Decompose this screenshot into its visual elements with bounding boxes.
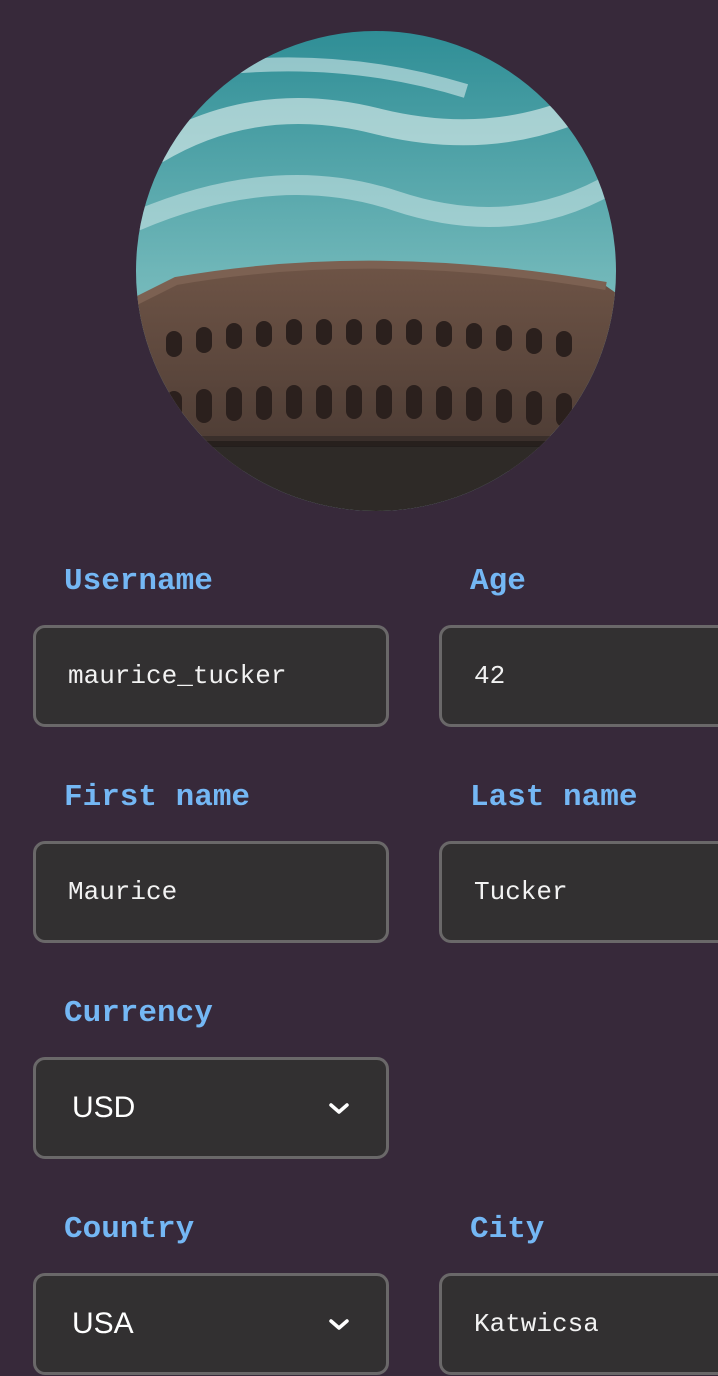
last-name-field[interactable]: Tucker — [439, 841, 718, 943]
username-field[interactable]: maurice_tucker — [33, 625, 389, 727]
first-name-field[interactable]: Maurice — [33, 841, 389, 943]
city-label: City — [470, 1212, 545, 1247]
currency-select[interactable]: USD — [33, 1057, 389, 1159]
username-label: Username — [64, 564, 213, 599]
username-input[interactable]: maurice_tucker — [68, 628, 376, 724]
city-field[interactable]: Katwicsa — [439, 1273, 718, 1375]
last-name-input[interactable]: Tucker — [474, 844, 708, 940]
colosseum-photo-icon — [136, 31, 616, 511]
country-label: Country — [64, 1212, 195, 1247]
last-name-label: Last name — [470, 780, 638, 815]
country-selected-value: USA — [72, 1307, 134, 1340]
first-name-input[interactable]: Maurice — [68, 844, 376, 940]
chevron-down-icon — [329, 1319, 349, 1330]
currency-selected-value: USD — [72, 1091, 136, 1124]
age-input[interactable]: 42 — [474, 628, 708, 724]
first-name-label: First name — [64, 780, 251, 815]
chevron-down-icon — [329, 1103, 349, 1114]
country-select[interactable]: USA — [33, 1273, 389, 1375]
currency-label: Currency — [64, 996, 213, 1031]
age-label: Age — [470, 564, 526, 599]
age-field[interactable]: 42 — [439, 625, 718, 727]
profile-avatar[interactable] — [136, 31, 616, 511]
city-input[interactable]: Katwicsa — [474, 1276, 708, 1372]
